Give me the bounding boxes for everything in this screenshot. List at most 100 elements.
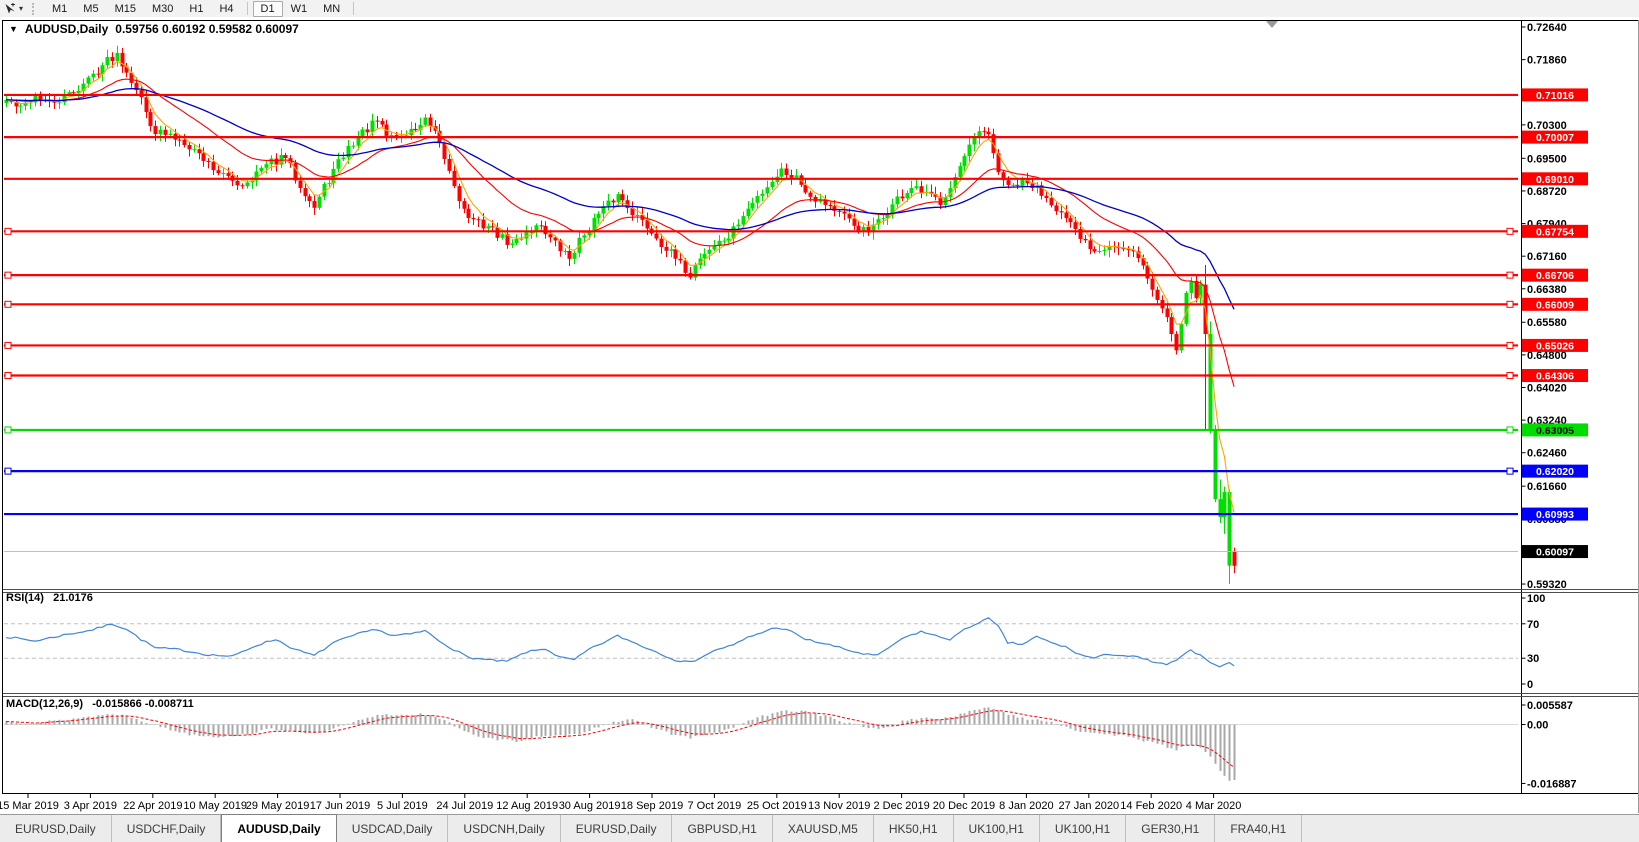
candle — [1007, 180, 1011, 185]
rsi-name: RSI(14) — [6, 592, 44, 604]
candle — [1190, 281, 1194, 293]
candle — [573, 253, 577, 259]
tab-UK100-H1[interactable]: UK100,H1 — [954, 815, 1040, 842]
chart-symbol-label: AUDUSD,Daily — [25, 22, 108, 36]
candle — [241, 185, 245, 186]
candle — [352, 146, 356, 147]
timeframe-button-M1[interactable]: M1 — [44, 1, 75, 17]
price-tag-text: 0.70007 — [1536, 132, 1574, 144]
candle — [1151, 279, 1155, 290]
candle — [1065, 212, 1069, 218]
candle — [987, 132, 991, 134]
candle — [72, 92, 76, 93]
line-handle[interactable] — [1507, 468, 1513, 474]
candle — [347, 146, 351, 158]
line-handle[interactable] — [1507, 373, 1513, 379]
price-tag-0.66706: 0.66706 — [1522, 269, 1588, 283]
toolbar-grip[interactable] — [32, 3, 37, 15]
candle — [1098, 251, 1102, 252]
candle — [973, 138, 977, 145]
timeframe-button-M15[interactable]: M15 — [107, 1, 144, 17]
tab-USDCHF-Daily[interactable]: USDCHF,Daily — [112, 815, 222, 842]
price-tag-text: 0.71016 — [1536, 90, 1574, 102]
line-handle[interactable] — [5, 301, 11, 307]
tab-HK50-H1[interactable]: HK50,H1 — [874, 815, 954, 842]
line-handle[interactable] — [5, 468, 11, 474]
date-label: 12 Aug 2019 — [496, 800, 558, 812]
timeframe-button-H1[interactable]: H1 — [181, 1, 211, 17]
price-tick-label: 0.72640 — [1527, 22, 1567, 34]
candle — [154, 126, 158, 134]
candle — [751, 203, 755, 209]
line-handle[interactable] — [1507, 272, 1513, 278]
price-tick-label: 0.61660 — [1527, 481, 1567, 493]
tab-AUDUSD-Daily[interactable]: AUDUSD,Daily — [221, 814, 336, 842]
line-handle[interactable] — [5, 228, 11, 234]
candle — [617, 194, 621, 202]
price-tick-label: 0.71860 — [1527, 55, 1567, 67]
tab-XAUUSD-M5[interactable]: XAUUSD,M5 — [773, 815, 874, 842]
candle — [910, 188, 914, 193]
date-label: 22 Apr 2019 — [123, 800, 182, 812]
tab-USDCAD-Daily[interactable]: USDCAD,Daily — [337, 815, 449, 842]
tab-EURUSD-Daily[interactable]: EURUSD,Daily — [0, 815, 112, 842]
timeframe-button-MN[interactable]: MN — [315, 1, 348, 17]
main-chart-canvas[interactable]: 0.726400.718600.703000.695000.687200.679… — [0, 17, 1639, 814]
candle — [491, 226, 495, 227]
candle — [222, 173, 226, 174]
line-handle[interactable] — [5, 272, 11, 278]
timeframe-button-D1[interactable]: D1 — [253, 1, 283, 17]
line-handle[interactable] — [1507, 342, 1513, 348]
date-label: 10 May 2019 — [183, 800, 247, 812]
tab-GER30-H1[interactable]: GER30,H1 — [1126, 815, 1215, 842]
line-handle[interactable] — [1507, 427, 1513, 433]
candle — [58, 102, 62, 103]
price-tick-label: 0.67160 — [1527, 251, 1567, 263]
candle — [92, 74, 96, 78]
tab-FRA40-H1[interactable]: FRA40,H1 — [1215, 815, 1302, 842]
timeframe-button-H4[interactable]: H4 — [211, 1, 241, 17]
line-handle[interactable] — [5, 427, 11, 433]
candle — [1012, 185, 1016, 186]
candle — [1055, 205, 1059, 211]
rsi-axis-label: 30 — [1527, 653, 1539, 665]
candle — [390, 135, 394, 136]
candle — [612, 201, 616, 203]
candle — [1069, 218, 1073, 222]
candle — [1209, 334, 1213, 431]
line-handle[interactable] — [1507, 228, 1513, 234]
candle — [882, 218, 886, 219]
candle — [429, 118, 433, 127]
candle — [116, 53, 120, 61]
price-tag-0.67754: 0.67754 — [1522, 225, 1588, 239]
line-handle[interactable] — [5, 342, 11, 348]
tab-EURUSD-Daily[interactable]: EURUSD,Daily — [561, 815, 673, 842]
timeframe-button-M5[interactable]: M5 — [75, 1, 106, 17]
line-handle[interactable] — [1507, 301, 1513, 307]
candle — [1050, 198, 1054, 205]
candle — [920, 186, 924, 193]
price-tag-0.69010: 0.69010 — [1522, 172, 1588, 186]
price-tag-0.64306: 0.64306 — [1522, 369, 1588, 383]
candle — [284, 155, 288, 158]
tab-GBPUSD-H1[interactable]: GBPUSD,H1 — [672, 815, 772, 842]
price-tag-text: 0.60097 — [1536, 547, 1574, 559]
chart-tools-icon[interactable]: ▾ — [4, 3, 23, 15]
candle — [674, 249, 678, 258]
candle — [1170, 317, 1174, 334]
dropdown-caret-icon[interactable]: ▾ — [19, 4, 23, 13]
date-label: 20 Dec 2019 — [933, 800, 995, 812]
candle — [169, 134, 173, 135]
candle — [183, 140, 187, 145]
line-handle[interactable] — [5, 373, 11, 379]
candle — [665, 247, 669, 251]
tab-UK100-H1[interactable]: UK100,H1 — [1040, 815, 1126, 842]
chart-title-collapse-icon[interactable]: ▼ — [9, 24, 18, 34]
tab-USDCNH-Daily[interactable]: USDCNH,Daily — [448, 815, 560, 842]
timeframe-button-M30[interactable]: M30 — [144, 1, 181, 17]
candle — [670, 249, 674, 251]
candle — [809, 193, 813, 197]
candle — [477, 219, 481, 220]
candle — [472, 218, 476, 219]
timeframe-button-W1[interactable]: W1 — [283, 1, 316, 17]
